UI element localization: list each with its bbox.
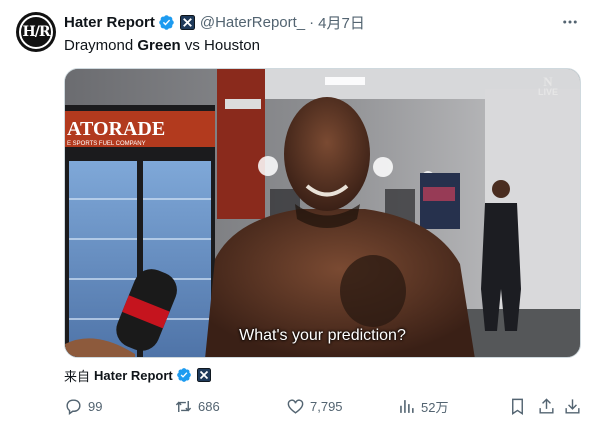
author-handle[interactable]: @HaterReport_ (200, 14, 305, 31)
tweet-text-bold: Green (137, 37, 181, 54)
author-name[interactable]: Hater Report (64, 14, 155, 31)
repost-icon (175, 400, 192, 412)
channel-logo-letter: N (543, 74, 553, 89)
repost-button[interactable]: 686 (174, 396, 220, 416)
source-name[interactable]: Hater Report (94, 368, 173, 383)
download-icon (565, 398, 580, 414)
like-count: 7,795 (310, 398, 343, 414)
download-button[interactable] (563, 396, 582, 416)
views-chart-icon (400, 399, 414, 413)
heart-icon (287, 398, 304, 414)
tweet-text-part: Draymond (64, 37, 138, 54)
channel-logo: N LIVE (537, 74, 558, 97)
reply-icon (66, 398, 81, 415)
affiliate-badge-icon[interactable] (179, 14, 195, 30)
share-icon (539, 397, 554, 414)
channel-live-label: LIVE (537, 87, 558, 97)
repost-count: 686 (198, 398, 220, 414)
bookmark-icon (512, 398, 523, 415)
like-button[interactable]: 7,795 (286, 396, 343, 416)
view-count: 52万 (421, 399, 449, 415)
views-button[interactable]: 52万 (397, 396, 448, 416)
tweet-date[interactable]: 4月7日 (318, 12, 365, 33)
video-frame: ATORADE E SPORTS FUEL COMPANY (65, 69, 580, 357)
bookmark-button[interactable] (508, 396, 527, 416)
source-prefix: 来自 (64, 368, 91, 384)
author-avatar[interactable]: H/R (16, 12, 56, 52)
video-media[interactable]: ATORADE E SPORTS FUEL COMPANY N LIVE Wha… (64, 68, 581, 358)
affiliate-badge-icon[interactable] (196, 368, 211, 382)
share-button[interactable] (537, 396, 556, 416)
tweet-text: Draymond Green vs Houston (64, 37, 260, 55)
avatar-logo: H/R (19, 15, 53, 49)
quote-source[interactable]: 来自 Hater Report (64, 366, 211, 384)
reply-button[interactable]: 99 (64, 396, 102, 416)
more-options-icon[interactable] (560, 12, 580, 32)
tweet-header: Hater Report @HaterReport_ · 4月7日 (64, 12, 365, 32)
verified-badge-icon (176, 367, 192, 383)
action-bar: 99 686 7,795 52万 (64, 396, 582, 416)
tweet-text-part: vs Houston (180, 37, 260, 54)
verified-badge-icon (158, 14, 175, 31)
cooler-sign: ATORADE (67, 118, 165, 140)
video-caption: What's your prediction? (239, 327, 406, 344)
reply-count: 99 (88, 398, 103, 414)
cooler-subsign: E SPORTS FUEL COMPANY (67, 141, 146, 147)
separator-dot: · (309, 13, 315, 31)
